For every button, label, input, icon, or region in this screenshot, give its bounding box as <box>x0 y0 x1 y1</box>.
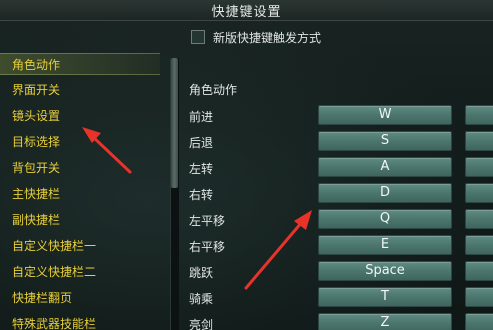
new-trigger-mode-label: 新版快捷键触发方式 <box>213 31 322 45</box>
sidebar-item-custom-hotbar-2[interactable]: 自定义快捷栏二 <box>0 261 160 283</box>
primary-key-button[interactable]: Q <box>318 209 452 229</box>
keybinding-row: 左转 A <box>189 156 493 180</box>
section-title: 角色动作 <box>189 83 238 97</box>
secondary-key-button[interactable] <box>465 261 493 281</box>
action-label: 骑乘 <box>189 292 214 306</box>
keybinding-list: 角色动作 前进 W 后退 S 左转 A 右转 D 左平移 Q 右平移 E 跳跃 … <box>189 80 493 330</box>
secondary-key-button[interactable] <box>465 235 493 255</box>
sidebar-item-target-selection[interactable]: 目标选择 <box>0 131 160 153</box>
sidebar-scroll-thumb[interactable] <box>171 58 178 188</box>
action-label: 右平移 <box>189 240 226 254</box>
keybinding-row: 亮剑 Z <box>189 312 493 330</box>
keybinding-row: 后退 S <box>189 130 493 154</box>
title-bar: 快捷键设置 <box>0 0 493 21</box>
secondary-key-button[interactable] <box>465 183 493 203</box>
new-trigger-mode-checkbox[interactable] <box>191 30 205 44</box>
primary-key-button[interactable]: T <box>318 287 452 307</box>
window-title: 快捷键设置 <box>211 5 282 20</box>
keybinding-row: 跳跃 Space <box>189 260 493 284</box>
action-label: 右转 <box>189 188 214 202</box>
secondary-key-button[interactable] <box>465 131 493 151</box>
sidebar-item-hotbar-paging[interactable]: 快捷栏翻页 <box>0 287 160 309</box>
keybinding-row: 左平移 Q <box>189 208 493 232</box>
keybinding-row: 前进 W <box>189 104 493 128</box>
sidebar-item-custom-hotbar-1[interactable]: 自定义快捷栏一 <box>0 235 160 257</box>
keybinding-row: 右转 D <box>189 182 493 206</box>
sidebar-item-sub-hotbar[interactable]: 副快捷栏 <box>0 209 160 231</box>
primary-key-button[interactable]: A <box>318 157 452 177</box>
action-label: 亮剑 <box>189 318 214 330</box>
primary-key-button[interactable]: S <box>318 131 452 151</box>
keybinding-settings-window: 快捷键设置 新版快捷键触发方式 角色动作 界面开关 镜头设置 目标选择 背包开关… <box>0 0 493 330</box>
sidebar-item-character-actions[interactable]: 角色动作 <box>0 53 160 75</box>
sidebar-scrollbar[interactable] <box>170 58 179 330</box>
sidebar-item-bag-toggle[interactable]: 背包开关 <box>0 157 160 179</box>
secondary-key-button[interactable] <box>465 105 493 125</box>
sidebar-item-ui-toggles[interactable]: 界面开关 <box>0 79 160 101</box>
secondary-key-button[interactable] <box>465 157 493 177</box>
action-label: 前进 <box>189 110 214 124</box>
action-label: 左转 <box>189 162 214 176</box>
primary-key-button[interactable]: E <box>318 235 452 255</box>
keybinding-row: 骑乘 T <box>189 286 493 310</box>
keybinding-row: 右平移 E <box>189 234 493 258</box>
primary-key-button[interactable]: Z <box>318 313 452 330</box>
action-label: 后退 <box>189 136 214 150</box>
primary-key-button[interactable]: D <box>318 183 452 203</box>
sidebar-item-main-hotbar[interactable]: 主快捷栏 <box>0 183 160 205</box>
sidebar-item-special-weapon-skills[interactable]: 特殊武器技能栏 <box>0 313 160 330</box>
secondary-key-button[interactable] <box>465 313 493 330</box>
sidebar-item-camera-settings[interactable]: 镜头设置 <box>0 105 160 127</box>
primary-key-button[interactable]: W <box>318 105 452 125</box>
action-label: 左平移 <box>189 214 226 228</box>
category-sidebar: 角色动作 界面开关 镜头设置 目标选择 背包开关 主快捷栏 副快捷栏 自定义快捷… <box>0 52 165 330</box>
action-label: 跳跃 <box>189 266 214 280</box>
secondary-key-button[interactable] <box>465 287 493 307</box>
secondary-key-button[interactable] <box>465 209 493 229</box>
primary-key-button[interactable]: Space <box>318 261 452 281</box>
